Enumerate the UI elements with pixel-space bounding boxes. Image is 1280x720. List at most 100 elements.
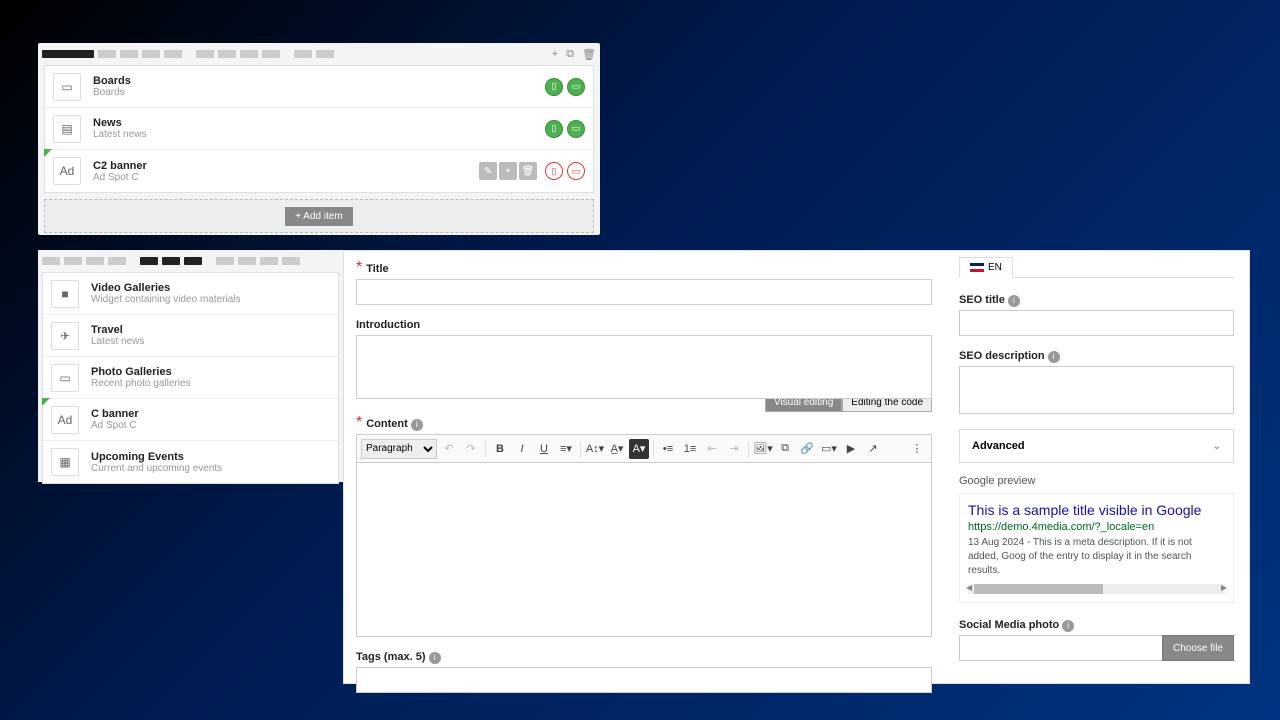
link-icon[interactable]: 🔗 (797, 439, 817, 459)
editor-panel: *Title Introduction *Contenti Visual edi… (343, 250, 1250, 684)
panel-copy-icon[interactable]: ⧉ (566, 48, 574, 61)
gallery-icon[interactable]: ⧉ (775, 439, 795, 459)
highlight-icon[interactable]: A▾ (629, 439, 649, 459)
add-item-row: + Add item (44, 199, 594, 233)
device-badge-icon[interactable]: ▭ (567, 162, 585, 180)
advanced-accordion[interactable]: Advanced⌄ (959, 429, 1234, 463)
widget-title: Boards (93, 75, 545, 87)
chevron-down-icon: ⌄ (1213, 441, 1221, 452)
device-badge-icon[interactable]: ▯ (545, 120, 563, 138)
content-label: Content (366, 418, 408, 430)
social-photo-input[interactable] (959, 635, 1162, 661)
list-ol-icon[interactable]: 1≡ (680, 439, 700, 459)
widget-type-icon: ■ (51, 280, 79, 308)
widget-subtitle: Latest news (91, 336, 330, 347)
widget-type-icon: ▭ (53, 73, 81, 101)
widget-box-left: ■ Video GalleriesWidget containing video … (38, 250, 343, 482)
intro-label: Introduction (356, 319, 420, 331)
tags-input[interactable] (356, 667, 932, 693)
image-icon[interactable]: 🖼▾ (753, 439, 773, 459)
italic-icon[interactable]: I (512, 439, 532, 459)
device-badge-icon[interactable]: ▯ (545, 162, 563, 180)
widget-title: Video Galleries (91, 282, 330, 294)
row-action-icon[interactable]: ✎ (479, 162, 497, 180)
align-icon[interactable]: ≡▾ (556, 439, 576, 459)
google-preview-label: Google preview (959, 475, 1234, 487)
widget-subtitle: Ad Spot C (91, 420, 330, 431)
preview-scroll[interactable]: ◀▶ (968, 584, 1225, 594)
info-icon: i (429, 652, 441, 664)
widget-type-icon: ▤ (53, 115, 81, 143)
info-icon: i (1008, 295, 1020, 307)
undo-icon[interactable]: ↶ (439, 439, 459, 459)
seo-desc-label: SEO description (959, 350, 1045, 362)
widget-row[interactable]: ▭Photo GalleriesRecent photo galleries (43, 357, 338, 399)
video-icon[interactable]: ▶ (841, 439, 861, 459)
widget-header: + ⧉ 🗑 (38, 43, 600, 65)
widget-title: Photo Galleries (91, 366, 330, 378)
widget-row[interactable]: ■ Video GalleriesWidget containing video … (43, 273, 338, 315)
widget-row[interactable]: ✈TravelLatest news (43, 315, 338, 357)
widget-type-icon: ✈ (51, 322, 79, 350)
widget-subtitle: Current and upcoming events (91, 463, 330, 474)
lang-tab[interactable]: EN (959, 257, 1013, 278)
tags-label: Tags (max. 5) (356, 651, 426, 663)
list-ul-icon[interactable]: •≡ (658, 439, 678, 459)
info-icon: i (411, 419, 423, 431)
widget-header-2 (38, 250, 343, 272)
redo-icon[interactable]: ↷ (461, 439, 481, 459)
fontsize-icon[interactable]: A↕▾ (585, 439, 605, 459)
widget-row[interactable]: ▤ NewsLatest news▯▭ (45, 108, 593, 150)
widget-subtitle: Widget containing video materials (91, 294, 330, 305)
widget-row[interactable]: Ad C2 bannerAd Spot C✎+🗑 ▯▭ (45, 150, 593, 192)
device-badge-icon[interactable]: ▭ (567, 120, 585, 138)
widget-subtitle: Latest news (93, 129, 545, 140)
seo-title-label: SEO title (959, 294, 1005, 306)
g-desc: 13 Aug 2024 - This is a meta description… (968, 536, 1225, 578)
widget-box-top: + ⧉ 🗑 ▭BoardsBoards▯▭▤NewsLatest news▯▭A… (38, 43, 600, 235)
flag-icon (970, 263, 984, 272)
widget-row[interactable]: ▭BoardsBoards▯▭ (45, 66, 593, 108)
intro-textarea[interactable] (356, 335, 932, 399)
panel-delete-icon[interactable]: 🗑 (582, 48, 596, 61)
info-icon: i (1062, 620, 1074, 632)
content-editor[interactable] (356, 462, 932, 637)
widget-title: C banner (91, 408, 330, 420)
info-icon: i (1048, 351, 1060, 363)
external-icon[interactable]: ↗ (863, 439, 883, 459)
widget-subtitle: Recent photo galleries (91, 378, 330, 389)
bold-icon[interactable]: B (490, 439, 510, 459)
g-title: This is a sample title visible in Google (968, 502, 1225, 518)
seo-title-input[interactable] (959, 310, 1234, 336)
panel-add-icon[interactable]: + (552, 48, 558, 61)
add-item-button[interactable]: + Add item (285, 207, 353, 226)
title-input[interactable] (356, 279, 932, 305)
outdent-icon[interactable]: ⇤ (702, 439, 722, 459)
widget-title: C2 banner (93, 160, 479, 172)
fontcolor-icon[interactable]: A̲▾ (607, 439, 627, 459)
google-preview: This is a sample title visible in Google… (959, 493, 1234, 603)
choose-file-button[interactable]: Choose file (1162, 635, 1234, 661)
widget-type-icon: Ad (51, 406, 79, 434)
device-badge-icon[interactable]: ▯ (545, 78, 563, 96)
widget-type-icon: ▦ (51, 448, 79, 476)
more-icon[interactable]: ⋮ (907, 439, 927, 459)
g-url: https://demo.4media.com/?_locale=en (968, 521, 1225, 533)
widget-title: News (93, 117, 545, 129)
seo-desc-textarea[interactable] (959, 366, 1234, 414)
row-action-icon[interactable]: 🗑 (519, 162, 537, 180)
paragraph-select[interactable]: Paragraph (361, 439, 437, 459)
widget-row[interactable]: Ad C bannerAd Spot C (43, 399, 338, 441)
widget-type-icon: Ad (53, 157, 81, 185)
widget-subtitle: Boards (93, 87, 545, 98)
indent-icon[interactable]: ⇥ (724, 439, 744, 459)
widget-subtitle: Ad Spot C (93, 172, 479, 183)
underline-icon[interactable]: U (534, 439, 554, 459)
title-label: Title (366, 263, 388, 275)
widget-title: Upcoming Events (91, 451, 330, 463)
row-action-icon[interactable]: + (499, 162, 517, 180)
embed-icon[interactable]: ▭▾ (819, 439, 839, 459)
device-badge-icon[interactable]: ▭ (567, 78, 585, 96)
widget-row[interactable]: ▦ Upcoming EventsCurrent and upcoming eve… (43, 441, 338, 483)
social-photo-label: Social Media photo (959, 619, 1059, 631)
